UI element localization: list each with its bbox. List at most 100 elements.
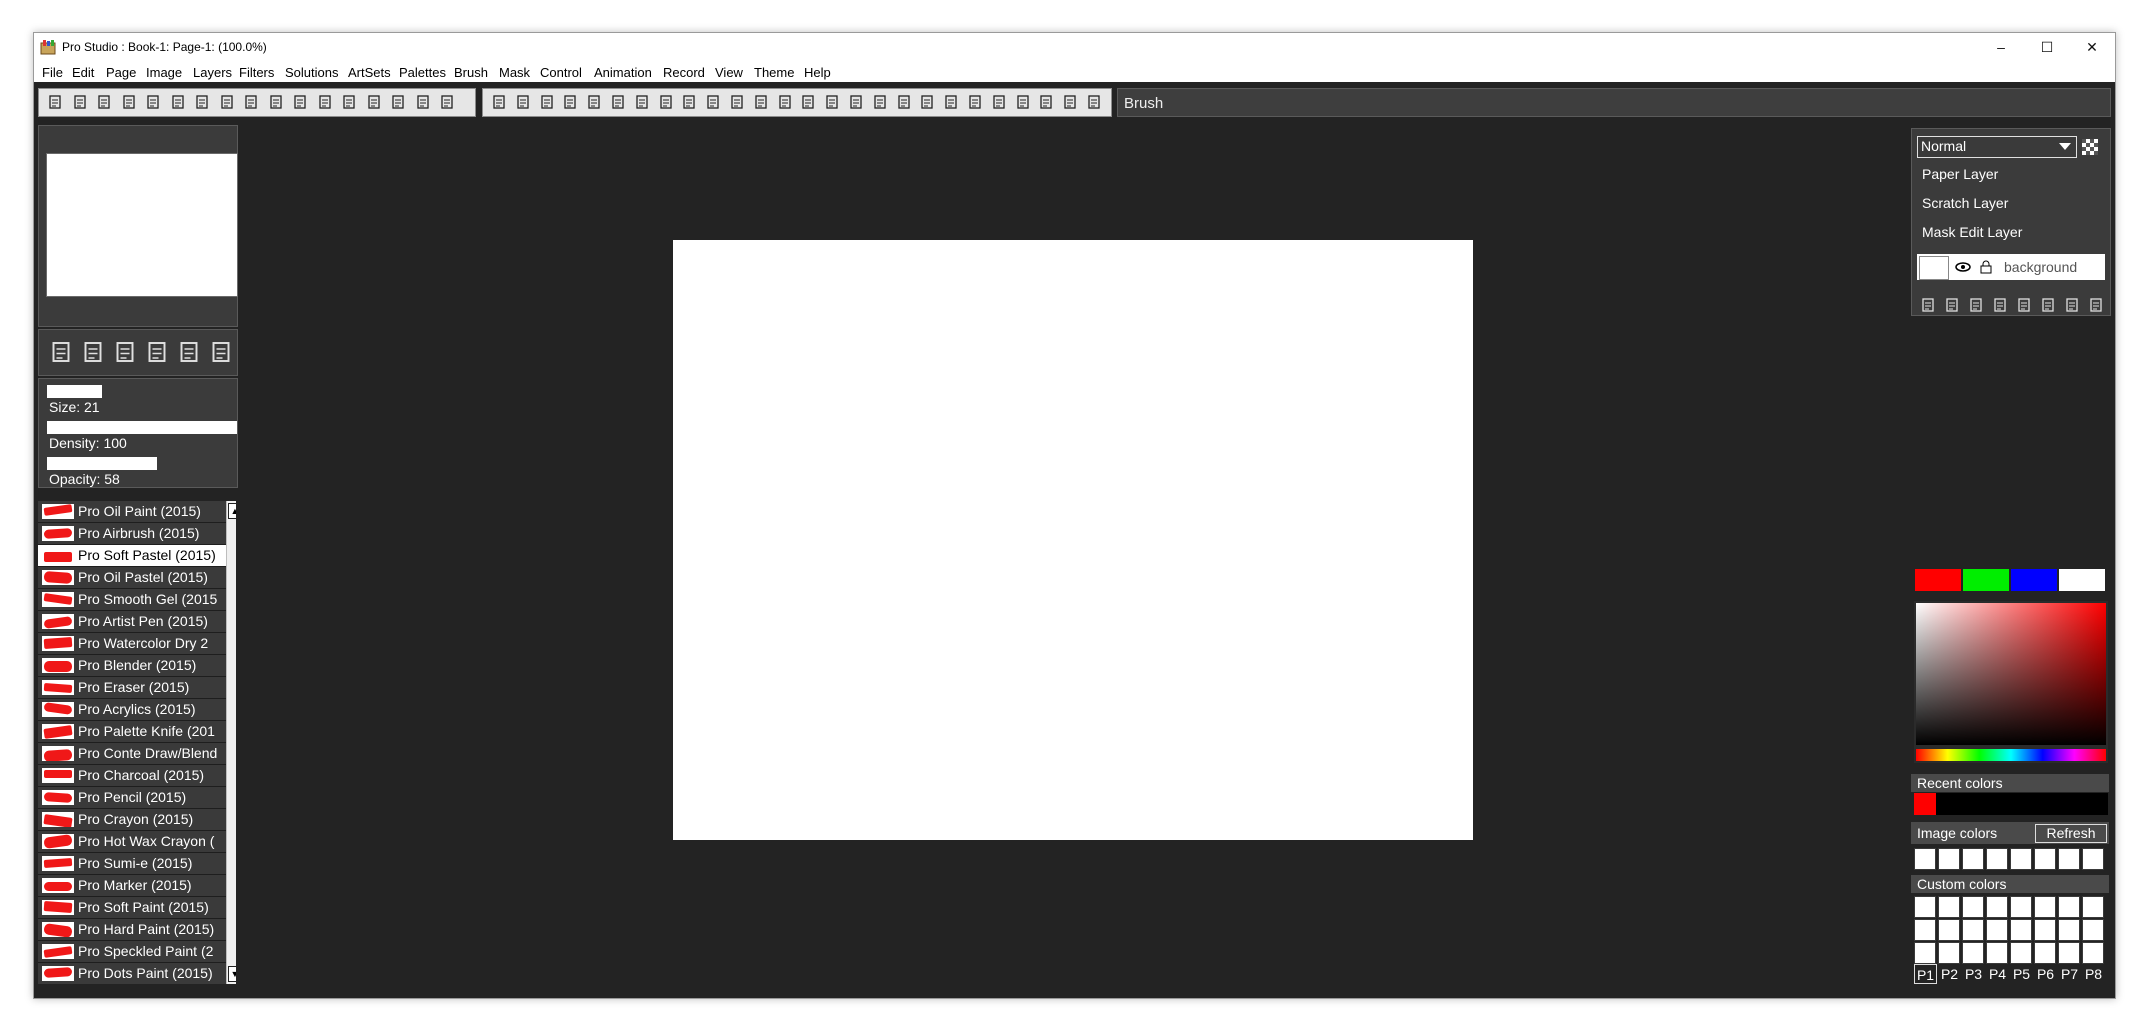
- open-icon[interactable]: [96, 94, 112, 110]
- smart-brush-icon[interactable]: [1086, 94, 1102, 110]
- brush-lock-icon[interactable]: [177, 340, 201, 364]
- custom-color-cell[interactable]: [1962, 942, 1984, 964]
- brush-settings-icon[interactable]: [194, 94, 210, 110]
- duplicate-layer-icon[interactable]: [1968, 297, 1984, 313]
- custom-color-cell[interactable]: [2010, 896, 2032, 918]
- refresh-icon[interactable]: [81, 340, 105, 364]
- gradient-icon[interactable]: [753, 94, 769, 110]
- eye-icon[interactable]: [1955, 260, 1971, 274]
- menu-file[interactable]: File: [42, 65, 63, 80]
- custom-color-cell[interactable]: [2034, 919, 2056, 941]
- perspective-icon[interactable]: [824, 94, 840, 110]
- delete-layer-icon[interactable]: [1992, 297, 2008, 313]
- image-color-cell[interactable]: [2082, 848, 2104, 870]
- scroll-down-button[interactable]: ▼: [228, 966, 236, 982]
- paste-icon[interactable]: [292, 94, 308, 110]
- scroll-up-button[interactable]: ▲: [228, 503, 236, 519]
- layer-properties-icon[interactable]: [2088, 297, 2104, 313]
- density-slider[interactable]: [47, 421, 237, 434]
- ellipse-icon[interactable]: [705, 94, 721, 110]
- add-layer-icon[interactable]: [1920, 297, 1936, 313]
- select-rect-icon[interactable]: [562, 94, 578, 110]
- custom-color-cell[interactable]: [1938, 942, 1960, 964]
- image-color-cell[interactable]: [2010, 848, 2032, 870]
- hand-icon[interactable]: [1015, 94, 1031, 110]
- copy-icon[interactable]: [268, 94, 284, 110]
- menu-image[interactable]: Image: [146, 65, 182, 80]
- import-icon[interactable]: [121, 94, 137, 110]
- brush-list-item[interactable]: Pro Soft Pastel (2015): [38, 545, 226, 567]
- brush-list-item[interactable]: Pro Sumi-e (2015): [38, 853, 226, 875]
- image-color-cell[interactable]: [1986, 848, 2008, 870]
- maximize-button[interactable]: ☐: [2024, 33, 2070, 62]
- brush-list-item[interactable]: Pro Acrylics (2015): [38, 699, 226, 721]
- brush-list-item[interactable]: Pro Conte Draw/Blend: [38, 743, 226, 765]
- palette-tab[interactable]: P4: [1986, 964, 2009, 984]
- layer-order-icon[interactable]: [2040, 297, 2056, 313]
- hue-slider[interactable]: [1916, 749, 2106, 761]
- duplicate-icon[interactable]: [317, 94, 333, 110]
- menu-layers[interactable]: Layers: [193, 65, 232, 80]
- canvas-page[interactable]: [673, 240, 1473, 840]
- image-color-cell[interactable]: [1914, 848, 1936, 870]
- brush-list-item[interactable]: Pro Eraser (2015): [38, 677, 226, 699]
- paper-layer[interactable]: Paper Layer: [1922, 166, 1998, 182]
- fill-icon[interactable]: [729, 94, 745, 110]
- magic-wand-icon[interactable]: [896, 94, 912, 110]
- import-layer-icon[interactable]: [1944, 297, 1960, 313]
- line-icon[interactable]: [634, 94, 650, 110]
- crop-icon[interactable]: [586, 94, 602, 110]
- redo-icon[interactable]: [390, 94, 406, 110]
- menu-artsets[interactable]: ArtSets: [348, 65, 391, 80]
- brush-list-item[interactable]: Pro Soft Paint (2015): [38, 897, 226, 919]
- custom-color-cell[interactable]: [1962, 919, 1984, 941]
- color-swatch-white[interactable]: [2059, 569, 2105, 591]
- custom-color-cell[interactable]: [2082, 896, 2104, 918]
- custom-color-cell[interactable]: [2034, 942, 2056, 964]
- brush-list-item[interactable]: Pro Palette Knife (201: [38, 721, 226, 743]
- pattern-icon[interactable]: [777, 94, 793, 110]
- recent-color-swatch[interactable]: [1914, 793, 1936, 815]
- brush-list-item[interactable]: Pro Oil Pastel (2015): [38, 567, 226, 589]
- checker-transparency-icon[interactable]: [2082, 139, 2098, 155]
- custom-color-cell[interactable]: [2010, 942, 2032, 964]
- brush-list-item[interactable]: Pro Hot Wax Crayon (: [38, 831, 226, 853]
- menu-theme[interactable]: Theme: [754, 65, 794, 80]
- custom-color-cell[interactable]: [2082, 919, 2104, 941]
- image-color-cell[interactable]: [1938, 848, 1960, 870]
- menu-view[interactable]: View: [715, 65, 743, 80]
- text-icon[interactable]: [991, 94, 1007, 110]
- menu-edit[interactable]: Edit: [72, 65, 94, 80]
- brush-list-item[interactable]: Pro Marker (2015): [38, 875, 226, 897]
- menu-palettes[interactable]: Palettes: [399, 65, 446, 80]
- palette-tab[interactable]: P1: [1914, 964, 1937, 984]
- stamp-icon[interactable]: [967, 94, 983, 110]
- cut-icon[interactable]: [243, 94, 259, 110]
- rotate-icon[interactable]: [848, 94, 864, 110]
- brush-list-item[interactable]: Pro Pencil (2015): [38, 787, 226, 809]
- image-color-cell[interactable]: [2034, 848, 2056, 870]
- scratch-layer[interactable]: Scratch Layer: [1922, 195, 2008, 211]
- brush-list-item[interactable]: Pro Hard Paint (2015): [38, 919, 226, 941]
- custom-color-cell[interactable]: [1914, 896, 1936, 918]
- custom-color-cell[interactable]: [2082, 942, 2104, 964]
- brush-list-scrollbar[interactable]: ▲ ▼: [226, 501, 236, 984]
- close-button[interactable]: ✕: [2069, 33, 2115, 62]
- custom-color-cell[interactable]: [2010, 919, 2032, 941]
- image-color-cell[interactable]: [2058, 848, 2080, 870]
- brush-list-item[interactable]: Pro Watercolor Dry 2: [38, 633, 226, 655]
- custom-color-cell[interactable]: [2058, 896, 2080, 918]
- pick-brush-icon[interactable]: [113, 340, 137, 364]
- palette-tab[interactable]: P3: [1962, 964, 1985, 984]
- menu-help[interactable]: Help: [804, 65, 831, 80]
- lock-icon[interactable]: [1979, 260, 1993, 274]
- custom-color-cell[interactable]: [2034, 896, 2056, 918]
- zoom-icon[interactable]: [439, 94, 455, 110]
- blend-mode-select[interactable]: Normal: [1917, 136, 2077, 158]
- menu-record[interactable]: Record: [663, 65, 705, 80]
- new-page-icon[interactable]: [72, 94, 88, 110]
- clear-icon[interactable]: [341, 94, 357, 110]
- custom-color-cell[interactable]: [1986, 896, 2008, 918]
- refresh-button[interactable]: Refresh: [2035, 824, 2107, 843]
- menu-filters[interactable]: Filters: [239, 65, 274, 80]
